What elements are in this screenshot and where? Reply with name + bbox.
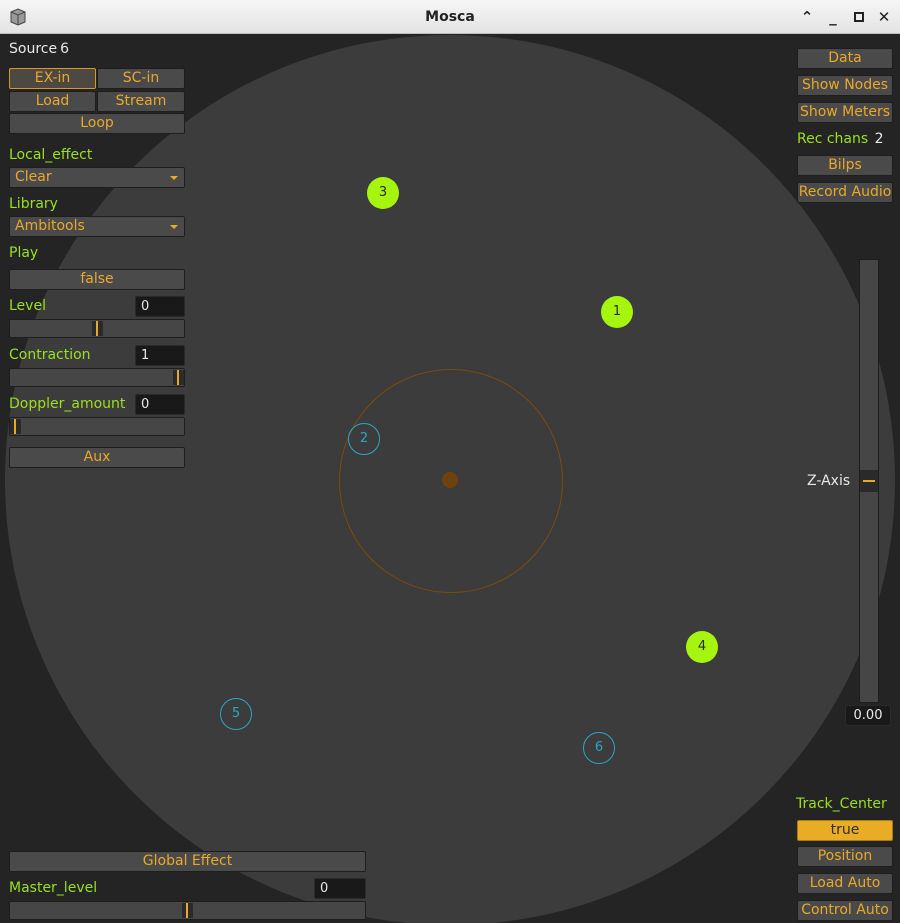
- chevron-down-icon: [170, 225, 178, 229]
- source-2[interactable]: 2: [348, 423, 380, 455]
- contraction-label: Contraction: [9, 347, 91, 363]
- source-number: 6: [60, 41, 70, 57]
- source-label: Source 6: [9, 41, 69, 57]
- show-nodes-button[interactable]: Show Nodes: [797, 75, 893, 96]
- shade-button[interactable]: ⌃: [797, 7, 817, 27]
- load-button[interactable]: Load: [9, 91, 96, 112]
- close-icon: ✕: [877, 8, 891, 26]
- play-toggle[interactable]: false: [9, 269, 185, 290]
- level-slider-handle[interactable]: [92, 321, 103, 336]
- doppler-amount-number-box[interactable]: 0: [135, 394, 185, 415]
- level-label: Level: [9, 298, 46, 314]
- minimize-icon: _: [829, 8, 837, 26]
- global-effect-button[interactable]: Global Effect: [9, 851, 366, 872]
- library-value: Ambitools: [15, 218, 85, 234]
- minimize-button[interactable]: _: [823, 7, 843, 27]
- data-button[interactable]: Data: [797, 48, 893, 69]
- source-1[interactable]: 1: [601, 296, 633, 328]
- doppler-amount-slider-handle[interactable]: [10, 419, 21, 434]
- load-auto-button[interactable]: Load Auto: [797, 873, 893, 894]
- close-button[interactable]: ✕: [874, 7, 894, 27]
- stream-button[interactable]: Stream: [97, 91, 185, 112]
- loop-button[interactable]: Loop: [9, 113, 185, 134]
- rec-chans-value[interactable]: 2: [875, 131, 884, 147]
- source-4[interactable]: 4: [686, 631, 718, 663]
- z-axis-value-box[interactable]: 0.00: [845, 705, 891, 726]
- sc-in-button[interactable]: SC-in: [97, 68, 185, 89]
- source-label-text: Source: [9, 41, 58, 57]
- master-level-slider[interactable]: [9, 901, 366, 920]
- window-title: Mosca: [425, 9, 475, 25]
- contraction-slider-handle[interactable]: [173, 370, 184, 385]
- master-level-slider-handle[interactable]: [182, 903, 193, 918]
- local-effect-select[interactable]: Clear: [9, 167, 185, 188]
- maximize-icon: [854, 12, 864, 22]
- z-axis-slider-handle[interactable]: [860, 470, 878, 492]
- contraction-number-box[interactable]: 1: [135, 345, 185, 366]
- z-axis-label: Z-Axis: [807, 473, 851, 489]
- aux-button[interactable]: Aux: [9, 447, 185, 468]
- library-label: Library: [9, 196, 58, 212]
- doppler-amount-label: Doppler_amount: [9, 396, 126, 412]
- ex-in-button[interactable]: EX-in: [9, 68, 96, 89]
- record-audio-button[interactable]: Record Audio: [797, 182, 893, 203]
- control-auto-button[interactable]: Control Auto: [797, 900, 893, 921]
- level-number-box[interactable]: 0: [135, 296, 185, 317]
- play-label: Play: [9, 245, 39, 261]
- position-button[interactable]: Position: [797, 846, 893, 867]
- title-bar: Mosca ⌃ _ ✕: [0, 0, 900, 34]
- source-5[interactable]: 5: [220, 698, 252, 730]
- show-meters-button[interactable]: Show Meters: [797, 102, 893, 123]
- local-effect-value: Clear: [15, 169, 52, 185]
- rec-chans-label: Rec chans: [797, 131, 869, 147]
- spatial-canvas[interactable]: 1 2 3 4 5 6 Source 6 EX-in SC-in Load Str…: [0, 35, 900, 923]
- local-effect-label: Local_effect: [9, 147, 93, 163]
- master-level-number-box[interactable]: 0: [314, 878, 366, 899]
- track-center-toggle[interactable]: true: [797, 820, 893, 841]
- z-axis-slider[interactable]: [859, 259, 879, 703]
- listener-center-dot: [442, 472, 458, 488]
- master-level-label: Master_level: [9, 880, 98, 896]
- level-slider[interactable]: [9, 319, 185, 338]
- source-3[interactable]: 3: [367, 177, 399, 209]
- rec-chans-row: Rec chans 2: [797, 131, 884, 147]
- contraction-slider[interactable]: [9, 368, 185, 387]
- library-select[interactable]: Ambitools: [9, 216, 185, 237]
- bilps-button[interactable]: Bilps: [797, 155, 893, 176]
- maximize-button[interactable]: [849, 7, 869, 27]
- track-center-label: Track_Center: [796, 796, 887, 812]
- doppler-amount-slider[interactable]: [9, 417, 185, 436]
- source-6[interactable]: 6: [583, 732, 615, 764]
- chevron-down-icon: [170, 176, 178, 180]
- chevron-up-icon: ⌃: [800, 8, 814, 26]
